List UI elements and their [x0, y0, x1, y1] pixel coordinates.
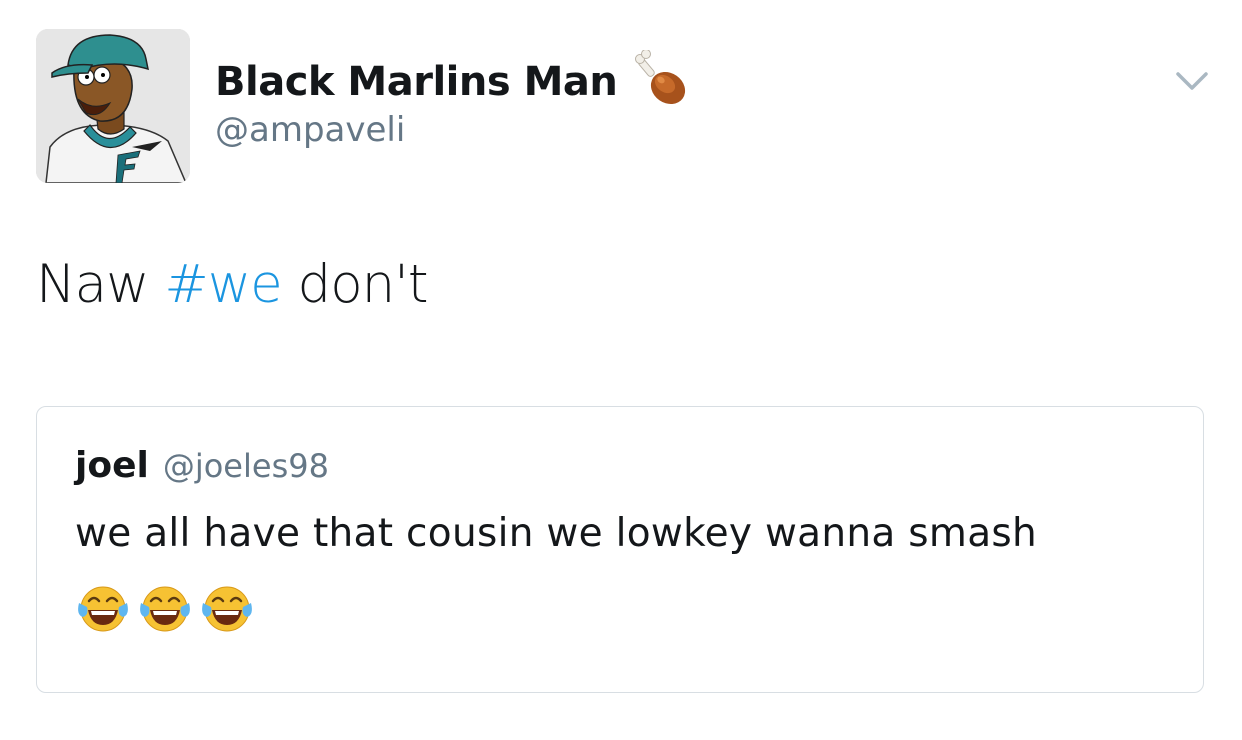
- author-display-name[interactable]: Black Marlins Man: [215, 49, 687, 110]
- tweet-text-after: don't: [281, 254, 429, 315]
- quoted-author-name: joel: [75, 445, 149, 486]
- avatar-image: [36, 29, 190, 183]
- tweet-text: Naw #we don't: [36, 254, 429, 315]
- face-with-tears-of-joy-emoji-icon: [75, 579, 131, 635]
- author-avatar[interactable]: [36, 29, 190, 183]
- tweet-text-before: Naw: [36, 254, 165, 315]
- face-with-tears-of-joy-emoji-icon: [137, 579, 193, 635]
- face-with-tears-of-joy-emoji-icon: [199, 579, 255, 635]
- quoted-tweet-emojis: [75, 579, 255, 635]
- quoted-author-handle: @joeles98: [162, 447, 329, 485]
- author-handle[interactable]: @ampaveli: [215, 110, 405, 150]
- chevron-down-icon[interactable]: [1172, 66, 1212, 96]
- display-name-text: Black Marlins Man: [215, 59, 618, 105]
- hashtag-link[interactable]: #we: [164, 254, 282, 315]
- quoted-tweet-header: joel @joeles98: [75, 445, 329, 486]
- quoted-tweet-text: we all have that cousin we lowkey wanna …: [75, 511, 1038, 556]
- quoted-tweet-card[interactable]: joel @joeles98 we all have that cousin w…: [36, 406, 1204, 693]
- poultry-leg-emoji-icon: [635, 49, 687, 106]
